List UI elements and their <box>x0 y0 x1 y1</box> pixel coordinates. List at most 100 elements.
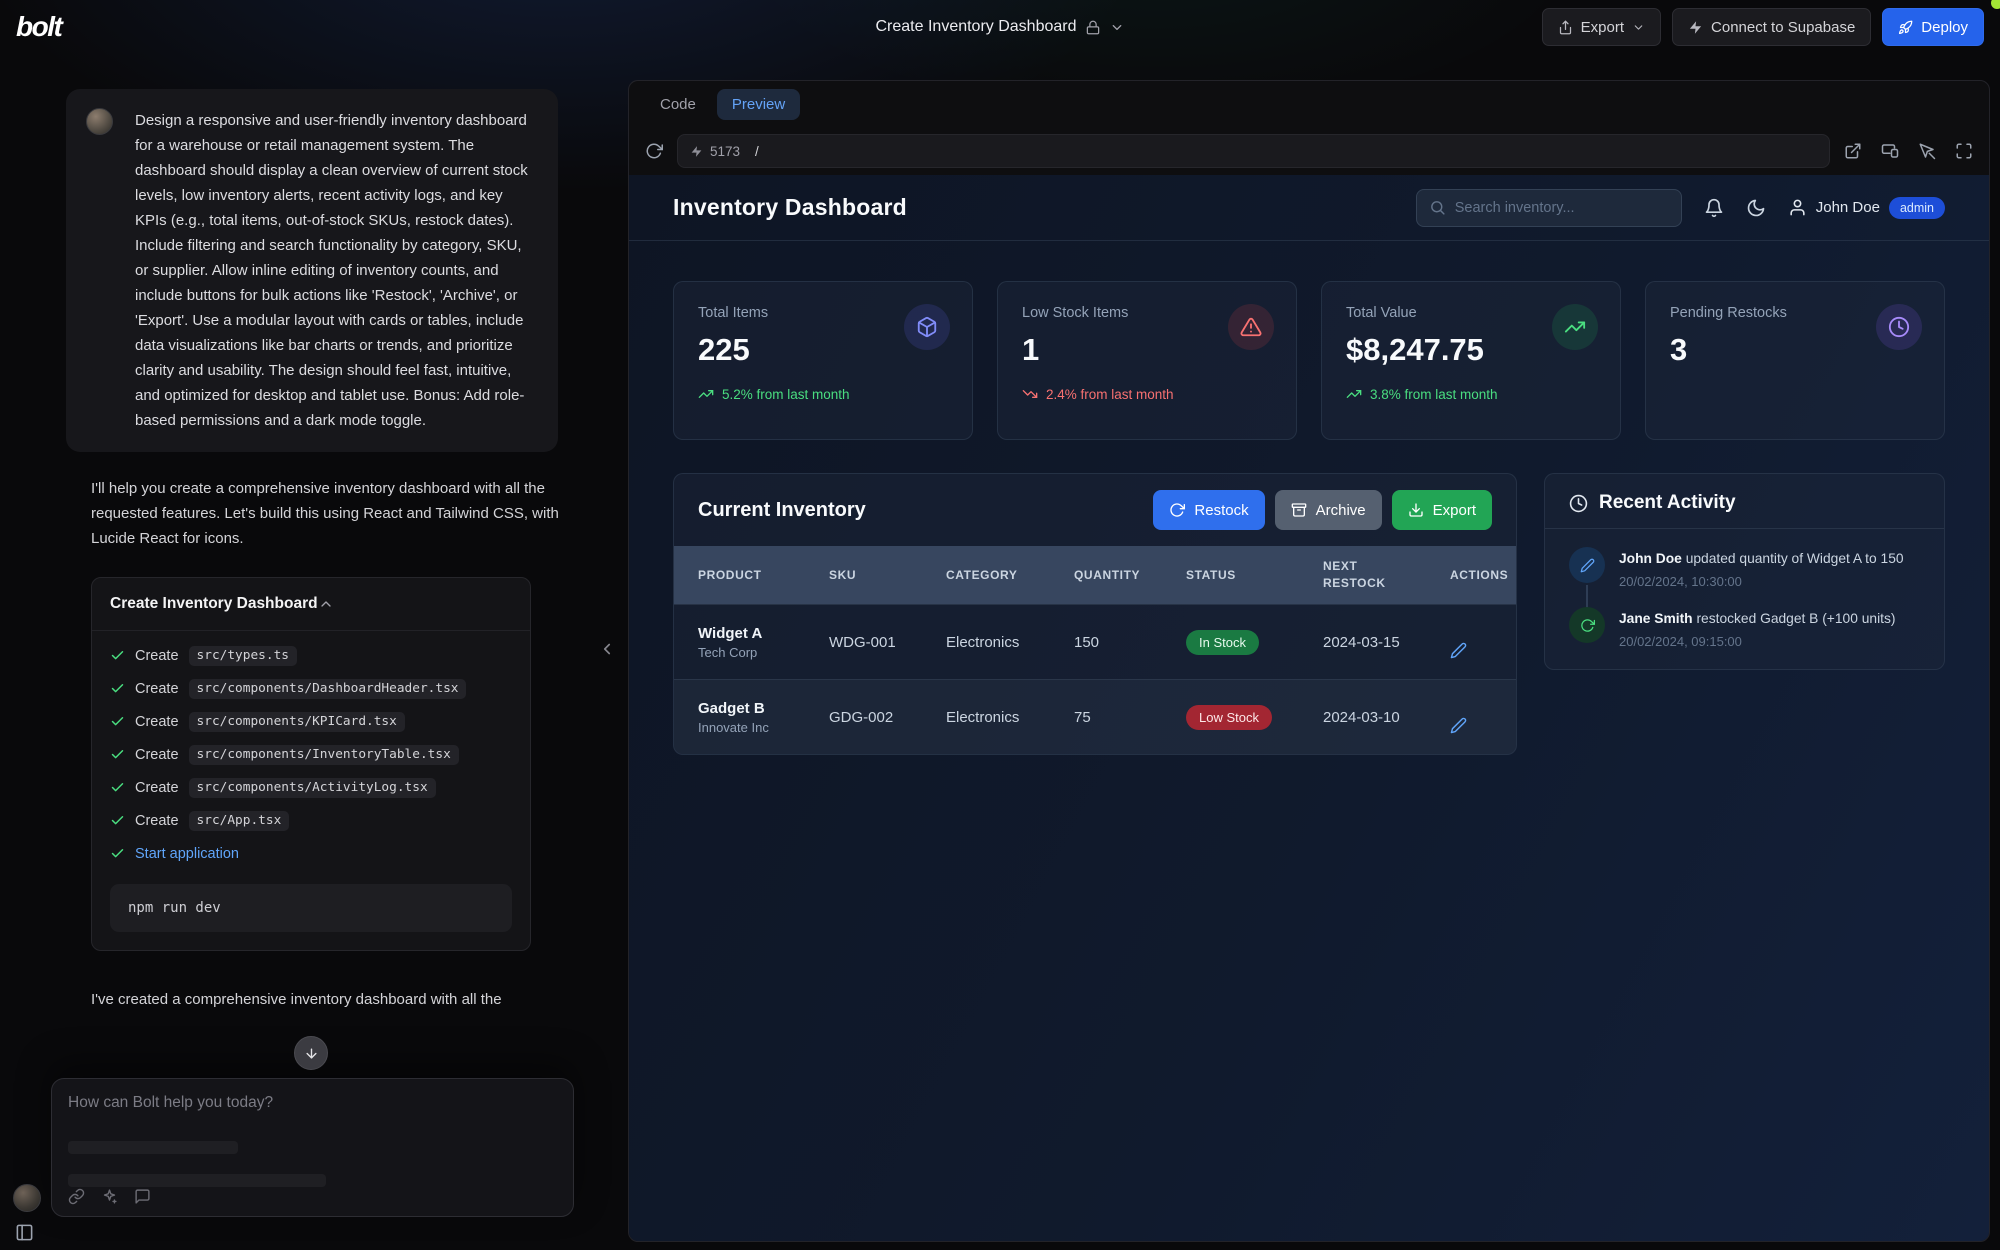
supabase-bolt-icon <box>1688 20 1703 35</box>
refresh-icon[interactable] <box>645 142 663 160</box>
link-icon[interactable] <box>68 1188 85 1205</box>
check-icon <box>110 648 125 663</box>
col-quantity: Quantity <box>1074 568 1186 582</box>
user-menu[interactable]: John Doe admin <box>1788 197 1945 219</box>
tab-preview[interactable]: Preview <box>717 89 800 120</box>
collapse-chat-chevron[interactable] <box>598 640 616 658</box>
activity-text: Jane Smith restocked Gadget B (+100 unit… <box>1619 607 1895 629</box>
activity-item: John Doe updated quantity of Widget A to… <box>1569 547 1928 589</box>
step-verb: Create <box>135 813 179 829</box>
app-header: Inventory Dashboard John Doe admin <box>629 175 1989 241</box>
table-row[interactable]: Gadget B Innovate Inc GDG-002 Electronic… <box>674 679 1516 754</box>
product-name: Gadget B <box>698 700 829 717</box>
export-label: Export <box>1581 19 1624 36</box>
refresh-icon <box>1569 607 1605 643</box>
step-file-chip[interactable]: src/types.ts <box>189 646 297 666</box>
inventory-search[interactable] <box>1416 189 1682 227</box>
edit-icon[interactable] <box>1450 642 1517 659</box>
step-file-chip[interactable]: src/components/InventoryTable.tsx <box>189 745 459 765</box>
restock-button[interactable]: Restock <box>1153 490 1264 530</box>
artifact-step: Create src/components/ActivityLog.tsx <box>110 771 512 804</box>
project-title-group: Create Inventory Dashboard <box>876 0 1125 54</box>
user-prompt-text: Design a responsive and user-friendly in… <box>135 108 538 433</box>
deploy-button[interactable]: Deploy <box>1882 8 1984 46</box>
connect-supabase-button[interactable]: Connect to Supabase <box>1672 8 1871 46</box>
activity-user: Jane Smith <box>1619 611 1693 626</box>
role-badge: admin <box>1889 197 1945 219</box>
kpi-low-stock: Low Stock Items 1 2.4% from last month <box>997 281 1297 440</box>
workspace: Design a responsive and user-friendly in… <box>0 54 2000 1250</box>
export-inventory-button[interactable]: Export <box>1392 490 1492 530</box>
kpi-trend-label: 5.2% from last month <box>722 387 850 402</box>
activity-timestamp: 20/02/2024, 10:30:00 <box>1619 574 1904 589</box>
product-supplier: Innovate Inc <box>698 720 829 735</box>
external-link-icon[interactable] <box>1844 142 1862 160</box>
archive-button[interactable]: Archive <box>1275 490 1382 530</box>
artifact-step: Create src/components/DashboardHeader.ts… <box>110 672 512 705</box>
step-verb: Create <box>135 780 179 796</box>
step-file-chip[interactable]: src/components/DashboardHeader.tsx <box>189 679 467 699</box>
search-icon <box>1429 199 1446 216</box>
chevron-up-icon[interactable] <box>318 596 334 612</box>
chat-scroll-area[interactable]: Design a responsive and user-friendly in… <box>0 54 628 1250</box>
export-button[interactable]: Export <box>1542 8 1661 46</box>
table-row[interactable]: Widget A Tech Corp WDG-001 Electronics 1… <box>674 604 1516 679</box>
devices-icon[interactable] <box>1881 142 1899 160</box>
search-input[interactable] <box>1455 200 1669 216</box>
col-category: Category <box>946 568 1074 582</box>
fullscreen-icon[interactable] <box>1955 142 1973 160</box>
preview-urlbar: 5173 / <box>629 127 1989 175</box>
check-icon <box>110 846 125 861</box>
inventory-card-header: Current Inventory Restock Archive <box>674 474 1516 546</box>
artifact-header[interactable]: Create Inventory Dashboard <box>92 578 530 631</box>
col-product: Product <box>698 568 829 582</box>
preview-toolbar-icons <box>1844 142 1973 160</box>
step-file-chip[interactable]: src/components/KPICard.tsx <box>189 712 405 732</box>
artifact-title: Create Inventory Dashboard <box>110 595 318 613</box>
inspector-off-icon[interactable] <box>1918 142 1936 160</box>
step-verb: Create <box>135 681 179 697</box>
bell-icon[interactable] <box>1704 198 1724 218</box>
restock-date: 2024-03-10 <box>1323 709 1450 726</box>
project-title: Create Inventory Dashboard <box>876 18 1077 36</box>
chevron-down-icon[interactable] <box>1110 20 1125 35</box>
status-dot <box>1991 0 2000 9</box>
kpi-trend-label: 3.8% from last month <box>1370 387 1498 402</box>
activity-item: Jane Smith restocked Gadget B (+100 unit… <box>1569 607 1928 649</box>
start-application-link[interactable]: Start application <box>135 846 239 862</box>
bolt-logo[interactable]: bolt <box>16 11 61 43</box>
activity-header: Recent Activity <box>1545 474 1944 529</box>
kpi-trend: 2.4% from last month <box>1022 386 1272 402</box>
product-name: Widget A <box>698 625 829 642</box>
account-avatar[interactable] <box>13 1184 41 1212</box>
scroll-to-bottom-button[interactable] <box>294 1036 328 1070</box>
topbar-actions: Export Connect to Supabase Deploy <box>1542 8 1984 46</box>
activity-text: John Doe updated quantity of Widget A to… <box>1619 547 1904 569</box>
app-content-row: Current Inventory Restock Archive <box>673 473 1945 755</box>
lock-icon <box>1086 20 1101 35</box>
sparkles-icon[interactable] <box>101 1188 118 1205</box>
package-icon <box>904 304 950 350</box>
address-bar[interactable]: 5173 / <box>677 134 1830 168</box>
message-square-icon[interactable] <box>134 1188 151 1205</box>
refresh-icon <box>1169 502 1185 518</box>
chat-input-box[interactable] <box>51 1078 574 1217</box>
activity-action: restocked Gadget B (+100 units) <box>1693 611 1896 626</box>
chat-input-field[interactable] <box>68 1094 557 1124</box>
artifact-steps: Create src/types.ts Create src/component… <box>92 631 530 950</box>
col-next-restock: Next Restock <box>1323 558 1389 593</box>
activity-list: John Doe updated quantity of Widget A to… <box>1545 529 1944 669</box>
quantity-value[interactable]: 75 <box>1074 709 1186 726</box>
tab-code[interactable]: Code <box>645 89 711 120</box>
quantity-value[interactable]: 150 <box>1074 634 1186 651</box>
panel-left-icon[interactable] <box>15 1223 34 1242</box>
user-message: Design a responsive and user-friendly in… <box>66 89 558 452</box>
sku-value: WDG-001 <box>829 634 946 651</box>
status-badge: Low Stock <box>1186 705 1272 730</box>
step-file-chip[interactable]: src/App.tsx <box>189 811 290 831</box>
step-file-chip[interactable]: src/components/ActivityLog.tsx <box>189 778 436 798</box>
col-status: Status <box>1186 568 1323 582</box>
dark-mode-toggle-icon[interactable] <box>1746 198 1766 218</box>
redacted-text <box>68 1174 326 1187</box>
edit-icon[interactable] <box>1450 717 1517 734</box>
